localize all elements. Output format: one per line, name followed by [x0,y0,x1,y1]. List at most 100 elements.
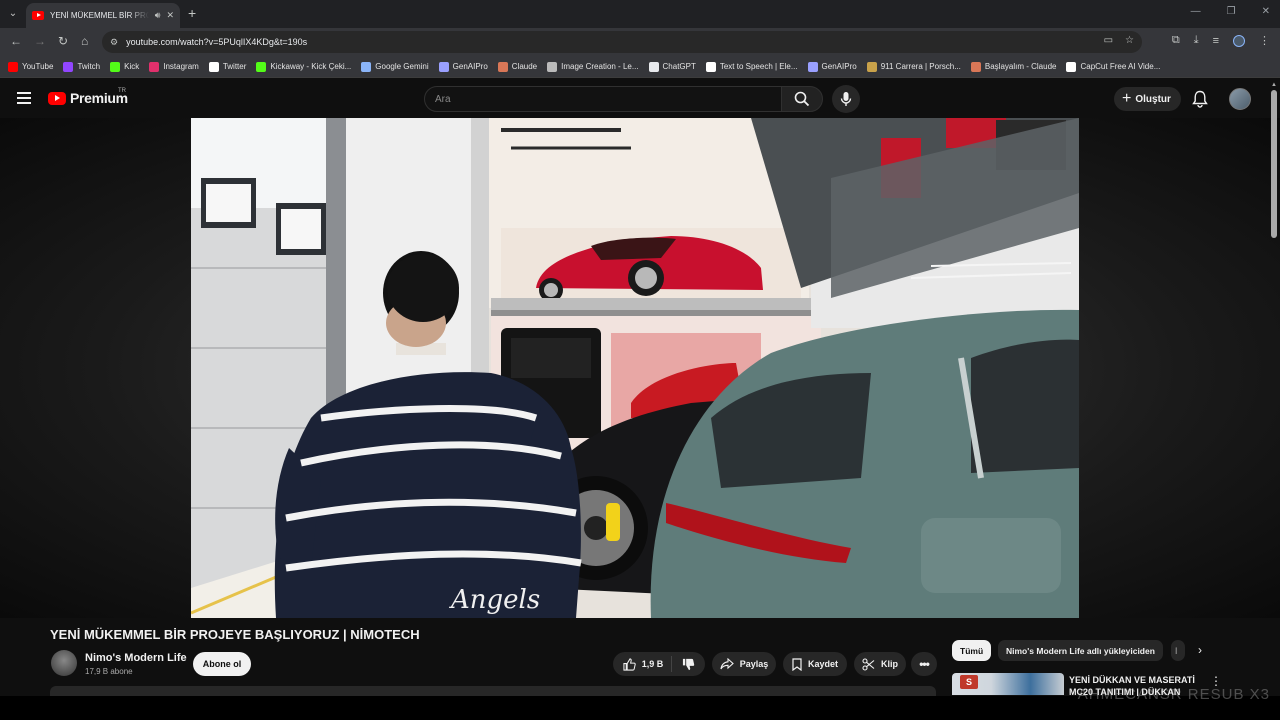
more-actions-button[interactable]: ••• [911,652,937,676]
bookmark-item[interactable]: YouTube [8,61,54,72]
tab-search-icon[interactable]: ⌄ [4,4,22,22]
country-code: TR [118,88,126,94]
bookmark-item[interactable]: GenAIPro [438,61,488,72]
description-box[interactable] [50,686,936,696]
bookmark-label: Image Creation - Le... [561,62,639,71]
download-icon[interactable]: ⤓ [1194,34,1199,47]
dislike-button[interactable] [678,658,695,671]
close-window-icon[interactable]: ✕ [1262,6,1270,17]
search-icon [794,91,810,107]
bookmark-item[interactable]: Twitch [63,61,101,72]
bookmark-item[interactable]: Kickaway - Kick Çeki... [256,61,352,72]
bookmark-label: Claude [511,62,538,71]
channel-name[interactable]: Nimo's Modern Life [85,652,187,664]
home-icon[interactable]: ⌂ [81,34,88,48]
share-icon [720,658,734,670]
bookmark-favicon-icon [970,61,981,72]
bookmark-label: Twitch [77,62,101,71]
chip-related[interactable]: İ [1171,640,1185,661]
bookmarks-bar: YouTube Twitch Kick Instagram Twitter Kickawa… [0,56,1280,78]
bookmark-label: ChatGPT [662,62,696,71]
bookmark-label: YouTube [22,62,54,71]
close-tab-icon[interactable]: ✕ [166,10,174,21]
channel-avatar[interactable] [51,650,77,676]
address-bar[interactable]: ⚙︎ youtube.com/watch?v=5PUqlIX4KDg&t=190… [102,31,1142,53]
cast-icon[interactable]: ▭ [1104,35,1113,46]
bookmark-favicon-icon [361,61,372,72]
bookmark-item[interactable]: Google Gemini [361,61,429,72]
watermark-text: AHMECANSR RESUB X3 [1077,686,1270,703]
scroll-up-icon[interactable]: ▲ [1271,82,1277,88]
bookmark-item[interactable]: Image Creation - Le... [547,61,639,72]
video-player[interactable]: Angels [191,118,1079,618]
url-text: youtube.com/watch?v=5PUqlIX4KDg&t=190s [126,37,308,47]
recommended-video-thumbnail[interactable]: S [952,673,1064,695]
bookmark-item[interactable]: Kick [110,61,139,72]
share-button[interactable]: Paylaş [712,652,776,676]
bookmark-label: Kickaway - Kick Çeki... [270,62,352,71]
more-horizontal-icon: ••• [919,657,930,671]
bookmark-item[interactable]: GenAIPro [807,61,857,72]
site-info-icon[interactable]: ⚙︎ [110,37,118,48]
like-dislike-group: 1,9 B [613,652,705,676]
like-count: 1,9 B [641,659,664,669]
bookmark-item[interactable]: Başlayalım - Claude [970,61,1056,72]
bookmark-item[interactable]: Text to Speech | Ele... [705,61,798,72]
restore-icon[interactable]: ❐ [1227,6,1236,17]
bookmark-favicon-icon [705,61,716,72]
chip-from-uploader[interactable]: Nimo's Modern Life adlı yükleyiciden [998,640,1163,661]
speaker-icon[interactable]: 🔊︎ [155,10,161,21]
browser-menu-icon[interactable]: ⋮ [1259,34,1270,47]
youtube-premium-logo[interactable]: Premium [48,90,128,106]
bookmark-item[interactable]: Instagram [149,61,199,72]
reload-icon[interactable]: ↻ [58,34,68,48]
save-button[interactable]: Kaydet [783,652,847,676]
bookmark-favicon-icon [497,61,508,72]
minimize-icon[interactable]: — [1191,6,1201,17]
create-button[interactable]: + Oluştur [1114,87,1181,111]
media-control-icon[interactable]: ≡ [1213,35,1219,47]
new-tab-button[interactable]: + [188,5,196,21]
bookmark-star-icon[interactable]: ☆ [1125,35,1134,46]
bookmark-label: Text to Speech | Ele... [719,62,798,71]
save-label: Kaydet [807,659,838,669]
clip-button[interactable]: Klip [854,652,906,676]
like-button[interactable]: 1,9 B [623,656,673,672]
tab-title: YENİ MÜKEMMEL BİR PROJEYE BAŞLIYORUZ | N… [50,11,149,20]
bookmark-favicon-icon [807,61,818,72]
user-avatar[interactable] [1229,88,1251,110]
bookmark-label: 911 Carrera | Porsch... [880,62,961,71]
search-input[interactable]: Ara [424,86,782,112]
browser-tab-active[interactable]: YENİ MÜKEMMEL BİR PROJEYE BAŞLIYORUZ | N… [26,3,180,28]
forward-arrow-icon[interactable]: → [34,34,46,48]
bookmark-item[interactable]: Claude [497,61,538,72]
bookmark-item[interactable]: 911 Carrera | Porsch... [866,61,961,72]
clip-label: Klip [881,659,898,669]
browser-tab-strip: ⌄ YENİ MÜKEMMEL BİR PROJEYE BAŞLIYORUZ |… [0,0,1280,28]
chip-related-label: İ [1175,645,1178,656]
chevron-right-icon[interactable]: › [1198,643,1202,657]
extensions-icon[interactable]: ⧉ [1172,34,1180,47]
page-scrollbar[interactable] [1271,90,1277,238]
notifications-bell-icon[interactable] [1192,90,1208,113]
search-button[interactable] [781,86,823,112]
browser-profile-icon[interactable] [1233,34,1245,47]
bookmark-label: Instagram [163,62,199,71]
subscribe-button[interactable]: Abone ol [193,652,251,676]
bookmark-item[interactable]: CapCut Free AI Vide... [1066,61,1161,72]
thumbs-down-icon [683,658,695,670]
bookmark-label: Google Gemini [375,62,429,71]
menu-icon[interactable] [17,92,31,104]
svg-text:Angels: Angels [449,585,540,615]
bookmark-favicon-icon [110,61,121,72]
chip-all[interactable]: Tümü [952,640,992,661]
bookmark-label: GenAIPro [821,62,857,71]
bookmark-favicon-icon [63,61,74,72]
bookmark-label: CapCut Free AI Vide... [1080,62,1161,71]
voice-search-button[interactable] [832,85,860,113]
bookmark-item[interactable]: ChatGPT [648,61,696,72]
bookmark-item[interactable]: Twitter [208,61,246,72]
bookmark-favicon-icon [866,61,877,72]
back-arrow-icon[interactable]: ← [10,34,22,48]
channel-logo-icon: S [960,675,978,689]
